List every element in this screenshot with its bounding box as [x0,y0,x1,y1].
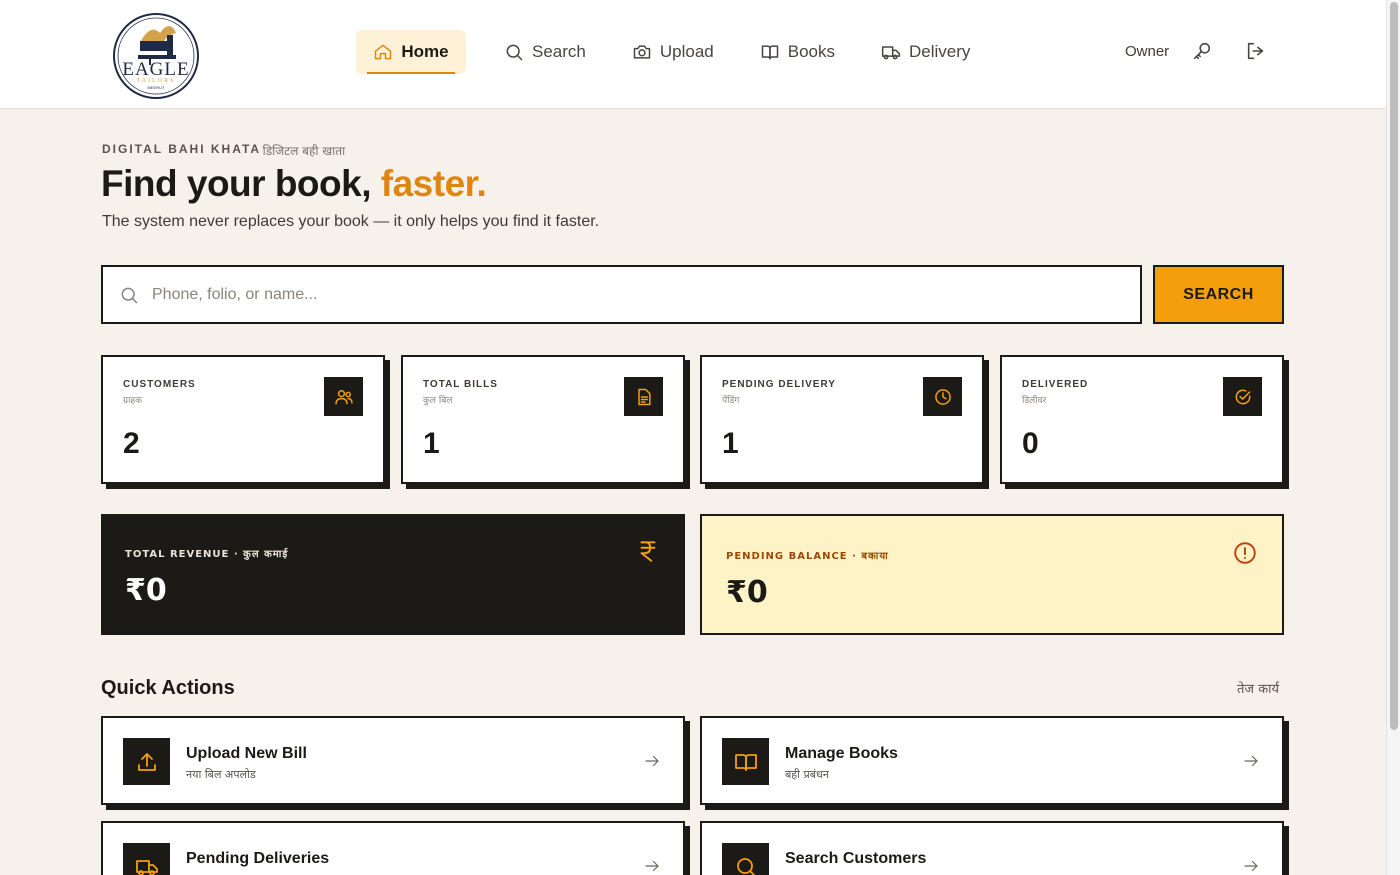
arrow-right-icon [643,752,661,770]
stat-card-total-bills: TOTAL BILLS कुल बिल 1 [401,355,685,484]
truck-icon [881,46,901,60]
book-open-icon [722,738,769,785]
headline-accent: faster. [380,163,487,204]
arrow-right-icon [643,857,661,875]
eagle-tailors-logo[interactable]: EAGLE TAILORS MEERUT [110,11,202,101]
top-navigation-bar: EAGLE TAILORS MEERUT Home Search Upload … [0,0,1386,109]
check-circle-icon [1223,377,1262,416]
camera-icon [633,45,651,59]
quick-actions-title-hindi: तेज कार्य [1237,682,1280,697]
logout-icon[interactable] [1245,40,1267,62]
action-upload-new-bill[interactable]: Upload New Bill नया बिल अपलोड [101,716,685,805]
search-icon [119,285,139,305]
action-title: Search Customers [785,850,927,867]
balance-value: ₹0 [726,575,768,610]
search-input[interactable] [152,285,1112,304]
hero-eyebrow-hindi: · डिजिटल बही खाता [255,144,346,158]
action-search-customers[interactable]: Search Customers [700,821,1284,875]
headline-main: Find your book, [101,163,371,204]
nav-search-label: Search [532,42,586,61]
header-tools: Owner [1125,40,1267,62]
action-subtitle: नया बिल अपलोड [186,768,256,781]
revenue-label: TOTAL REVENUE · कुल कमाई [125,549,289,560]
stat-value: 1 [722,427,739,460]
stat-card-delivered: DELIVERED डिलीवर 0 [1000,355,1284,484]
nav-search[interactable]: Search [484,30,606,74]
stat-label: PENDING DELIVERY [722,379,836,390]
rupee-icon [635,538,661,564]
hero-eyebrow: DIGITAL BAHI KHATA [102,142,262,156]
search-bar [101,265,1142,324]
upload-icon [123,738,170,785]
main-nav: Home Search Upload Books Delivery [356,30,990,74]
book-icon [761,45,778,60]
key-icon[interactable] [1191,40,1213,62]
quick-actions-title: Quick Actions [101,677,235,699]
stat-label: DELIVERED [1022,379,1089,390]
alert-circle-icon [1232,540,1258,566]
action-subtitle: बही प्रबंधन [785,768,829,781]
action-title: Pending Deliveries [186,850,330,867]
nav-home[interactable]: Home [356,30,466,74]
vertical-scrollbar[interactable] [1386,0,1400,875]
stat-card-pending-delivery: PENDING DELIVERY पेंडिंग 1 [700,355,984,484]
brand-name: EAGLE [122,59,189,80]
nav-books[interactable]: Books [740,30,855,74]
action-manage-books[interactable]: Manage Books बही प्रबंधन [700,716,1284,805]
users-icon [324,377,363,416]
revenue-value: ₹0 [125,573,167,608]
document-icon [624,377,663,416]
stat-value: 1 [423,427,440,460]
nav-upload-label: Upload [659,42,714,61]
brand-tagline: TAILORS [137,78,176,84]
hero-subline: The system never replaces your book — it… [102,213,600,230]
action-pending-deliveries[interactable]: Pending Deliveries [101,821,685,875]
nav-home-label: Home [401,42,449,61]
arrow-right-icon [1242,857,1260,875]
nav-delivery-label: Delivery [909,42,971,61]
stat-label-hindi: कुल बिल [423,396,453,406]
stat-label-hindi: ग्राहक [123,396,143,406]
brand-location: MEERUT [148,85,165,90]
pending-balance-card: PENDING BALANCE · बकाया ₹0 [700,514,1284,635]
stat-label-hindi: पेंडिंग [722,396,740,406]
stat-label: TOTAL BILLS [423,379,498,390]
nav-upload[interactable]: Upload [612,30,734,74]
clock-icon [923,377,962,416]
arrow-right-icon [1242,752,1260,770]
balance-label: PENDING BALANCE · बकाया [726,551,889,562]
page-title: Find your book, faster. [101,163,487,205]
home-icon [375,44,392,60]
nav-delivery[interactable]: Delivery [861,30,990,74]
action-title: Manage Books [785,745,898,762]
stat-value: 2 [123,427,140,460]
nav-books-label: Books [787,42,835,61]
truck-icon [123,843,170,875]
stat-value: 0 [1022,427,1039,460]
total-revenue-card: TOTAL REVENUE · कुल कमाई ₹0 [101,514,685,635]
action-title: Upload New Bill [186,745,307,762]
search-icon [506,44,523,61]
search-icon [722,843,769,875]
stat-label-hindi: डिलीवर [1022,396,1047,406]
stat-card-customers: CUSTOMERS ग्राहक 2 [101,355,385,484]
scrollbar-thumb[interactable] [1390,2,1398,730]
search-button[interactable]: SEARCH [1153,265,1284,324]
stat-label: CUSTOMERS [123,379,196,390]
user-role-label: Owner [1125,42,1170,60]
